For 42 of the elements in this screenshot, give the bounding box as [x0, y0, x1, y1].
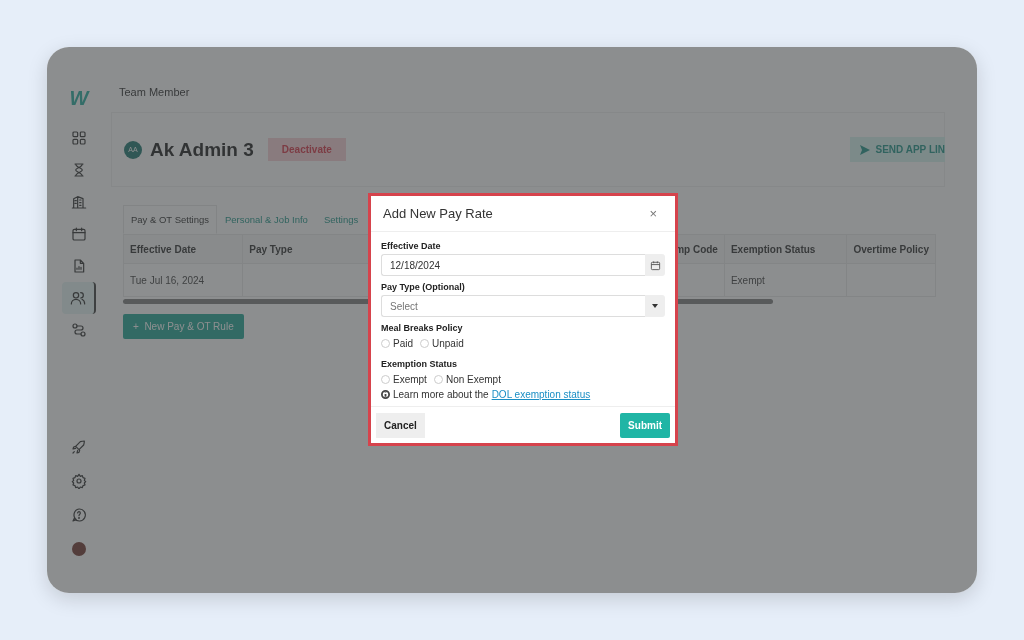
- submit-button[interactable]: Submit: [620, 413, 670, 438]
- radio-option[interactable]: Non Exempt: [433, 374, 501, 385]
- route-icon: [71, 322, 87, 338]
- field-label: Effective Date: [381, 241, 442, 251]
- info-icon: [381, 390, 390, 399]
- tab[interactable]: Personal & Job Info: [217, 205, 316, 234]
- dialog-title: Add New Pay Rate: [383, 206, 493, 221]
- calendar-icon: [71, 226, 87, 242]
- column-header: Effective Date: [123, 234, 243, 264]
- building-icon: [71, 194, 87, 210]
- send-icon: [859, 144, 870, 155]
- gear-icon: [71, 473, 87, 489]
- date-field[interactable]: 12/18/2024: [381, 254, 645, 276]
- field-label: Exemption Status: [381, 359, 458, 369]
- member-name: Ak Admin 3: [150, 138, 254, 161]
- document-icon: [71, 258, 87, 274]
- dol-link[interactable]: DOL exemption status: [491, 389, 591, 400]
- field-label: Pay Type (Optional): [381, 282, 466, 292]
- caret-icon: [652, 304, 658, 308]
- tab[interactable]: Settings: [315, 205, 367, 234]
- table-cell: Tue Jul 16, 2024: [123, 263, 243, 297]
- calendar-icon: [649, 259, 661, 271]
- user-avatar[interactable]: [72, 542, 86, 556]
- close-button[interactable]: ×: [643, 206, 663, 221]
- pay-type-dropdown[interactable]: Select: [381, 295, 645, 317]
- info-text: Learn more about the: [393, 389, 489, 400]
- app-logo: W: [69, 87, 89, 110]
- radio-option[interactable]: Paid: [381, 338, 413, 349]
- field-label: Meal Breaks Policy: [381, 323, 464, 333]
- deactivate-button[interactable]: Deactivate: [267, 138, 346, 161]
- table-cell: Exempt: [724, 263, 847, 297]
- column-header: Overtime Policy: [846, 234, 936, 264]
- rocket-icon: [71, 439, 87, 455]
- radio-option[interactable]: Exempt: [381, 374, 427, 385]
- grid-icon: [71, 130, 87, 146]
- column-header: Exemption Status: [724, 234, 847, 264]
- sidebar-item[interactable]: [62, 282, 96, 314]
- radio-option[interactable]: Unpaid: [420, 338, 464, 349]
- tab[interactable]: Pay & OT Settings: [123, 205, 217, 234]
- cancel-button[interactable]: Cancel: [376, 413, 425, 438]
- help-icon: [71, 507, 87, 523]
- people-icon: [70, 290, 86, 306]
